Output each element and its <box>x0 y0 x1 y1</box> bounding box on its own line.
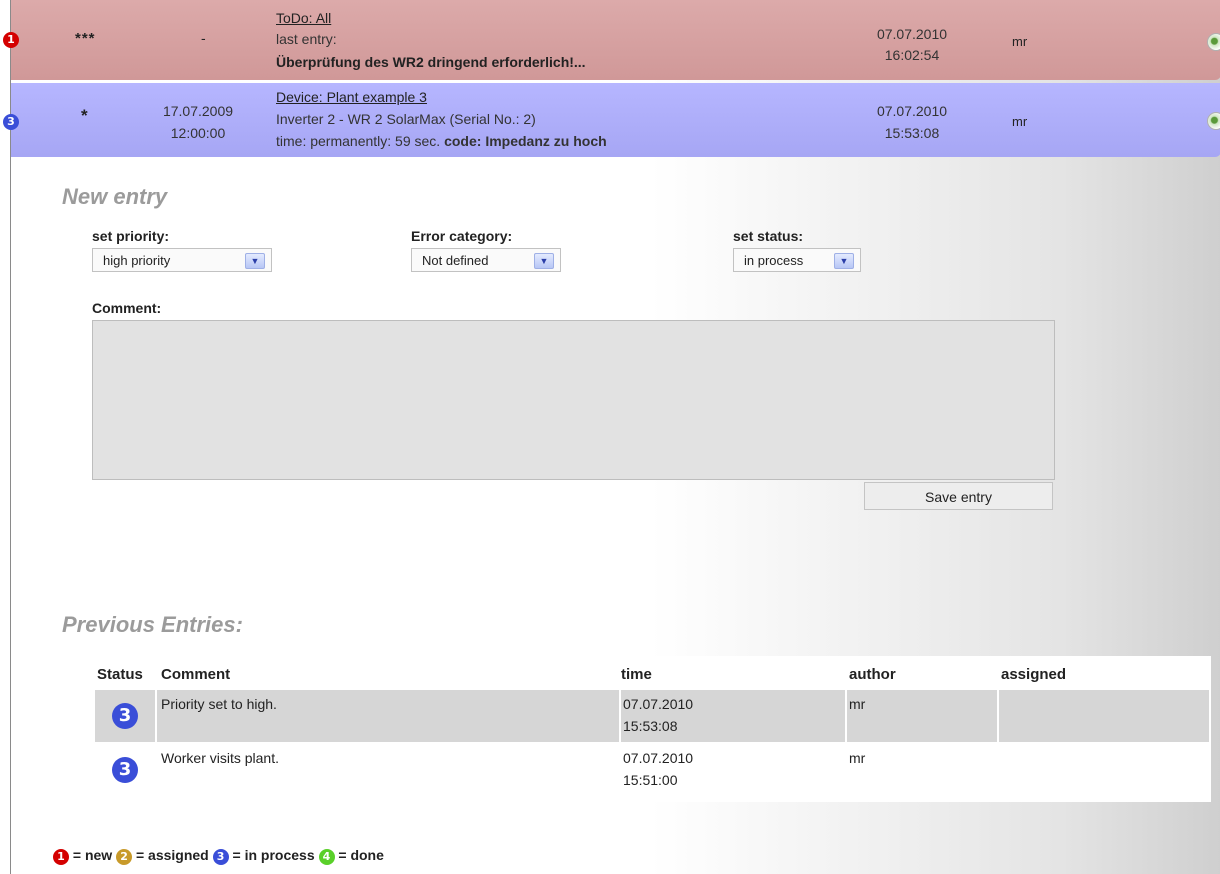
priority-stars: *** <box>75 30 96 47</box>
legend-new-label: = new <box>72 847 113 863</box>
status-legend: 1 = new 2 = assigned 3 = in process 4 = … <box>53 847 384 866</box>
status-select[interactable]: in process ▼ <box>733 248 861 272</box>
priority-select-value: high priority <box>103 253 171 268</box>
chevron-down-icon[interactable]: ▼ <box>834 253 854 269</box>
entry-date: 07.07.2010 <box>623 750 694 766</box>
device-error-info: time: permanently: 59 sec. code: Impedan… <box>276 133 607 149</box>
legend-done-label: = done <box>338 847 384 863</box>
device-link[interactable]: Device: Plant example 3 <box>276 89 427 105</box>
row-time-clock: 15:53:08 <box>884 125 940 141</box>
save-entry-button[interactable]: Save entry <box>864 482 1053 510</box>
status-in-process-icon: 3 <box>212 849 229 866</box>
entry-comment: Worker visits plant. <box>161 750 279 766</box>
legend-in-process-label: = in process <box>232 847 315 863</box>
row-clock: 12:00:00 <box>170 125 226 141</box>
entry-clock: 15:53:08 <box>623 718 678 734</box>
entry-author: mr <box>849 750 866 766</box>
legend-assigned-label: = assigned <box>135 847 209 863</box>
device-row[interactable]: * 17.07.2009 12:00:00 Device: Plant exam… <box>11 83 1220 157</box>
status-new-icon: 1 <box>3 32 19 48</box>
previous-entries-title: Previous Entries: <box>62 612 243 637</box>
status-in-process-icon: 3 <box>3 114 19 130</box>
todo-row[interactable]: *** - ToDo: All last entry: Überprüfung … <box>11 0 1220 80</box>
entry-comment: Priority set to high. <box>161 696 277 712</box>
header-assigned: assigned <box>1001 666 1067 683</box>
view-icon[interactable] <box>1207 112 1220 130</box>
status-assigned-icon: 2 <box>116 849 133 866</box>
comment-textarea[interactable] <box>92 320 1055 480</box>
entry-date: 07.07.2010 <box>623 696 694 712</box>
last-entry-label: last entry: <box>276 31 337 47</box>
header-time: time <box>621 666 652 683</box>
row-date: 17.07.2009 <box>162 103 234 119</box>
status-new-icon: 1 <box>53 849 69 866</box>
status-label: set status: <box>733 228 804 244</box>
category-select-value: Not defined <box>422 253 489 268</box>
row-time-date: 07.07.2010 <box>876 103 948 119</box>
header-comment: Comment <box>161 666 231 683</box>
error-code-value: Impedanz zu hoch <box>485 133 607 149</box>
row-author: mr <box>1012 34 1028 49</box>
priority-select[interactable]: high priority ▼ <box>92 248 272 272</box>
row-author: mr <box>1012 114 1028 129</box>
status-done-icon: 4 <box>318 849 335 866</box>
category-select[interactable]: Not defined ▼ <box>411 248 561 272</box>
view-icon[interactable] <box>1207 33 1220 51</box>
status-select-value: in process <box>744 253 804 268</box>
table-row: 3 Worker visits plant. 07.07.2010 15:51:… <box>93 744 1211 796</box>
chevron-down-icon[interactable]: ▼ <box>534 253 554 269</box>
table-row: 3 Priority set to high. 07.07.2010 15:53… <box>93 690 1211 742</box>
status-badge: 3 <box>112 757 138 783</box>
error-code-label: code: <box>444 133 482 149</box>
todo-link[interactable]: ToDo: All <box>276 10 331 26</box>
priority-label: set priority: <box>92 228 170 244</box>
row-date: - <box>201 30 206 46</box>
device-description: Inverter 2 - WR 2 SolarMax (Serial No.: … <box>276 111 536 127</box>
comment-label: Comment: <box>92 300 162 316</box>
category-label: Error category: <box>411 228 513 244</box>
priority-stars: * <box>81 106 88 125</box>
row-time-date: 07.07.2010 <box>876 26 948 42</box>
header-author: author <box>849 666 896 683</box>
new-entry-title: New entry <box>62 184 168 209</box>
entry-author: mr <box>849 696 866 712</box>
todo-detail-panel: *** - ToDo: All last entry: Überprüfung … <box>10 0 1220 874</box>
previous-entries-table: Status Comment time author assigned 3 Pr… <box>93 656 1211 802</box>
status-badge: 3 <box>112 703 138 729</box>
chevron-down-icon[interactable]: ▼ <box>245 253 265 269</box>
entry-clock: 15:51:00 <box>623 772 678 788</box>
last-entry-text: Überprüfung des WR2 dringend erforderlic… <box>276 54 586 70</box>
row-time-clock: 16:02:54 <box>884 47 940 63</box>
error-duration: time: permanently: 59 sec. <box>276 133 441 149</box>
header-status: Status <box>97 666 143 683</box>
